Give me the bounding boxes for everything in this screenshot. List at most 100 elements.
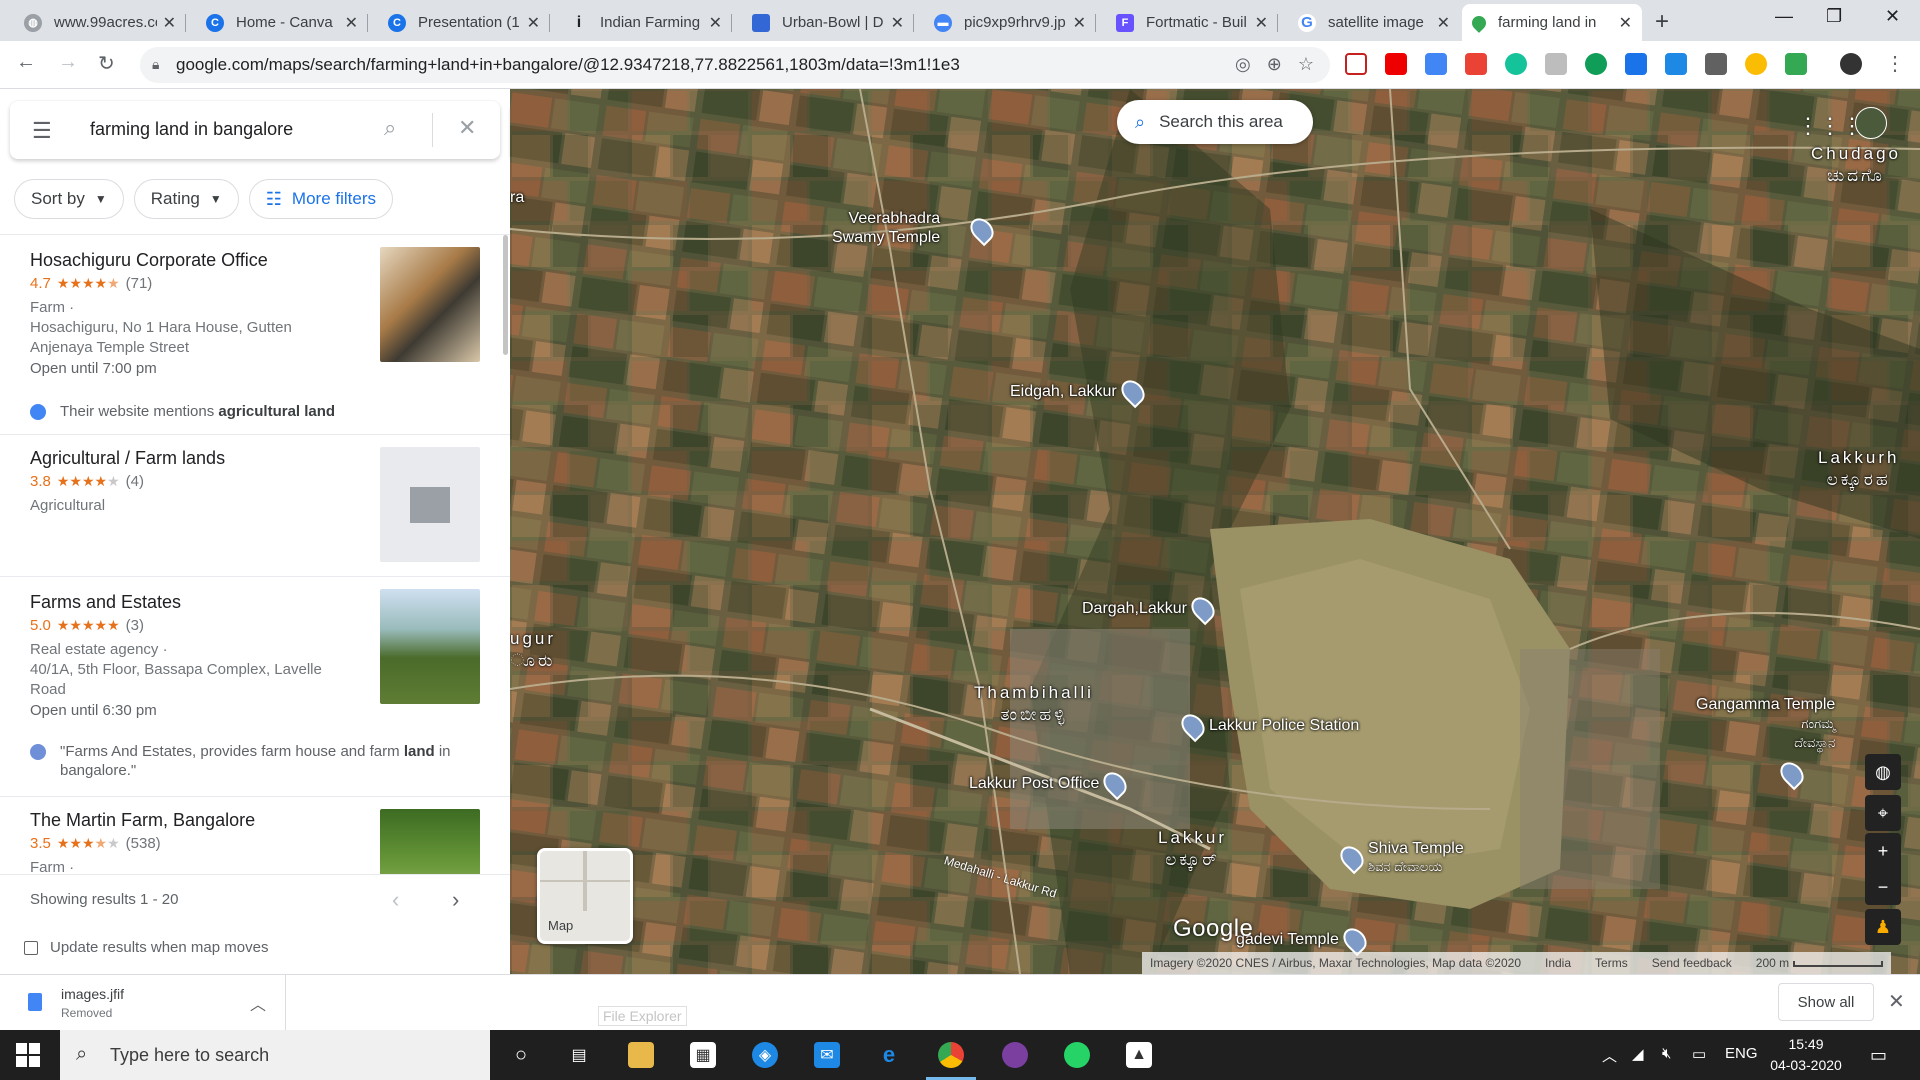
result-item[interactable]: Agricultural / Farm lands 3.8 ★★★★★ (4) Ag… (0, 435, 510, 577)
network-icon[interactable]: ◢ (1632, 1045, 1644, 1063)
satellite-map[interactable]: ⌕ Search this area ⋮⋮⋮ Veerabhadra Swamy… (510, 89, 1920, 974)
more-filters-chip[interactable]: ☷ More filters (248, 179, 393, 219)
region-link[interactable]: India (1545, 956, 1571, 970)
map-place-post-office[interactable]: Lakkur Post Office (969, 767, 1132, 801)
sort-by-chip[interactable]: Sort by ▼ (14, 179, 124, 219)
tab-farming-land-active[interactable]: farming land in ✕ (1462, 4, 1642, 41)
tab-fortmatic[interactable]: F Fortmatic - Buil ✕ (1106, 4, 1278, 41)
result-title[interactable]: Farms and Estates (30, 592, 181, 613)
forward-icon[interactable]: → (58, 51, 78, 74)
extension-us-icon[interactable] (1745, 53, 1767, 75)
extension-icon[interactable] (1465, 53, 1487, 75)
zoom-out-button[interactable]: − (1865, 869, 1901, 905)
task-view-icon[interactable]: ▤ (566, 1042, 592, 1068)
map-place-police-station[interactable]: Lakkur Police Station (1176, 709, 1359, 743)
extension-s-icon[interactable] (1665, 53, 1687, 75)
tab-99acres[interactable]: ◍ www.99acres.com ✕ (14, 4, 186, 41)
search-this-area-button[interactable]: ⌕ Search this area (1117, 100, 1313, 144)
show-all-button[interactable]: Show all (1778, 983, 1874, 1021)
search-input[interactable]: farming land in bangalore (90, 119, 293, 140)
map-place-veerabhadra-temple[interactable]: Veerabhadra Swamy Temple (832, 209, 940, 247)
extension-icon[interactable] (1585, 53, 1607, 75)
rating-chip[interactable]: Rating ▼ (133, 179, 239, 219)
tab-satellite-image[interactable]: G satellite image ✕ (1288, 4, 1460, 41)
pocket-extension-icon[interactable] (1345, 53, 1367, 75)
close-tab-icon[interactable]: ✕ (1073, 13, 1086, 33)
windows-start-icon[interactable] (16, 1043, 40, 1067)
profile-avatar[interactable] (1840, 53, 1862, 75)
chevron-left-icon[interactable]: ‹ (392, 887, 399, 913)
map-place-shiva-temple[interactable]: Shiva Temple ಶಿವನ ದೇವಾಲಯ (1335, 840, 1464, 876)
clear-search-icon[interactable]: ✕ (458, 115, 476, 141)
chevron-up-icon[interactable]: ︿ (250, 991, 266, 1015)
search-box[interactable]: ☰ farming land in bangalore ⌕ ✕ (10, 101, 500, 159)
cortana-icon[interactable]: ○ (508, 1042, 534, 1068)
checkbox-icon[interactable] (24, 940, 38, 955)
show-hidden-icons[interactable]: ︿ (1602, 1045, 1617, 1066)
youtube-extension-icon[interactable] (1385, 53, 1407, 75)
placeholder-building-icon[interactable] (380, 447, 480, 562)
whatsapp-icon[interactable] (1064, 1042, 1090, 1068)
safari-icon[interactable]: ◈ (752, 1042, 778, 1068)
extension-pen-icon[interactable] (1705, 53, 1727, 75)
clock[interactable]: 15:49 04-03-2020 (1766, 1034, 1846, 1076)
close-tab-icon[interactable]: ✕ (1437, 13, 1450, 33)
tab-presentation[interactable]: C Presentation (1 ✕ (378, 4, 550, 41)
store-icon[interactable]: ▦ (690, 1042, 716, 1068)
github-desktop-icon[interactable] (1002, 1042, 1028, 1068)
extension-icon[interactable] (1545, 53, 1567, 75)
tab-indian-farming[interactable]: i Indian Farming ✕ (560, 4, 732, 41)
search-icon[interactable]: ⌕ (384, 115, 396, 141)
address-bar[interactable]: 🔒︎ google.com/maps/search/farming+land+i… (140, 47, 1330, 83)
map-place-eidgah[interactable]: Eidgah, Lakkur (1010, 375, 1149, 409)
pegman-icon[interactable]: ♟ (1865, 909, 1901, 945)
my-location-icon[interactable]: ⌖ (1865, 795, 1901, 831)
close-download-bar-icon[interactable]: ✕ (1888, 989, 1905, 1014)
download-item[interactable]: images.jfif Removed ︿ (0, 975, 286, 1031)
result-item[interactable]: Hosachiguru Corporate Office 4.7 ★★★★★ (71… (0, 235, 510, 435)
minimize-icon[interactable]: — (1775, 6, 1793, 27)
map-place-gadevi-temple[interactable]: gadevi Temple (1236, 923, 1372, 957)
scale-bar[interactable]: 200 m (1756, 956, 1884, 970)
result-item[interactable]: Farms and Estates 5.0 ★★★★★ (3) Real estat… (0, 577, 510, 797)
bookmark-star-icon[interactable]: ☆ (1298, 54, 1314, 75)
file-explorer-icon[interactable] (628, 1042, 654, 1068)
close-tab-icon[interactable]: ✕ (163, 13, 176, 33)
taskbar-search-box[interactable]: ⌕ Type here to search (60, 1030, 490, 1080)
send-feedback-link[interactable]: Send feedback (1652, 956, 1732, 970)
location-icon[interactable]: ◎ (1235, 54, 1251, 75)
extension-badge-icon[interactable] (1425, 53, 1447, 75)
language-indicator[interactable]: ENG (1725, 1045, 1758, 1062)
results-scrollbar[interactable] (503, 235, 508, 355)
tab-urban-bowl[interactable]: Urban-Bowl | D ✕ (742, 4, 914, 41)
close-tab-icon[interactable]: ✕ (891, 13, 904, 33)
update-results-checkbox[interactable]: Update results when map moves (24, 939, 268, 956)
volume-muted-icon[interactable]: 🔇︎ (1662, 1045, 1671, 1062)
result-thumbnail[interactable] (380, 809, 480, 874)
result-title[interactable]: Hosachiguru Corporate Office (30, 250, 268, 271)
install-icon[interactable]: ⊕ (1267, 54, 1282, 75)
map-place-dargah[interactable]: Dargah,Lakkur (1082, 592, 1220, 626)
tab-image[interactable]: ▬ pic9xp9rhrv9.jp ✕ (924, 4, 1096, 41)
result-title[interactable]: The Martin Farm, Bangalore (30, 810, 255, 831)
mail-icon[interactable]: ✉ (814, 1042, 840, 1068)
terms-link[interactable]: Terms (1595, 956, 1628, 970)
globe-view-icon[interactable]: ◍ (1865, 754, 1901, 790)
back-icon[interactable]: ← (16, 51, 36, 74)
notifications-icon[interactable]: ▭ (1870, 1045, 1887, 1066)
close-tab-icon[interactable]: ✕ (709, 13, 722, 33)
hamburger-menu-icon[interactable]: ☰ (32, 118, 52, 144)
grammarly-icon[interactable] (1505, 53, 1527, 75)
photos-icon[interactable]: ▲ (1126, 1042, 1152, 1068)
new-tab-button[interactable]: + (1655, 8, 1669, 36)
maximize-icon[interactable]: ❐ (1826, 6, 1842, 27)
tab-canva-home[interactable]: C Home - Canva ✕ (196, 4, 368, 41)
map-layer-toggle[interactable]: Map (537, 848, 633, 944)
result-item[interactable]: The Martin Farm, Bangalore 3.5 ★★★★★ (538)… (0, 797, 510, 874)
close-tab-icon[interactable]: ✕ (345, 13, 358, 33)
edge-icon[interactable]: e (876, 1042, 902, 1068)
reload-icon[interactable]: ↻ (98, 51, 115, 76)
map-place-gangamma-temple[interactable]: Gangamma Temple ಗಂಗಮ್ಮ ದೇವಸ್ಥಾನ (1696, 695, 1835, 752)
chevron-right-icon[interactable]: › (452, 887, 459, 913)
browser-menu-icon[interactable]: ⋮ (1885, 51, 1905, 76)
